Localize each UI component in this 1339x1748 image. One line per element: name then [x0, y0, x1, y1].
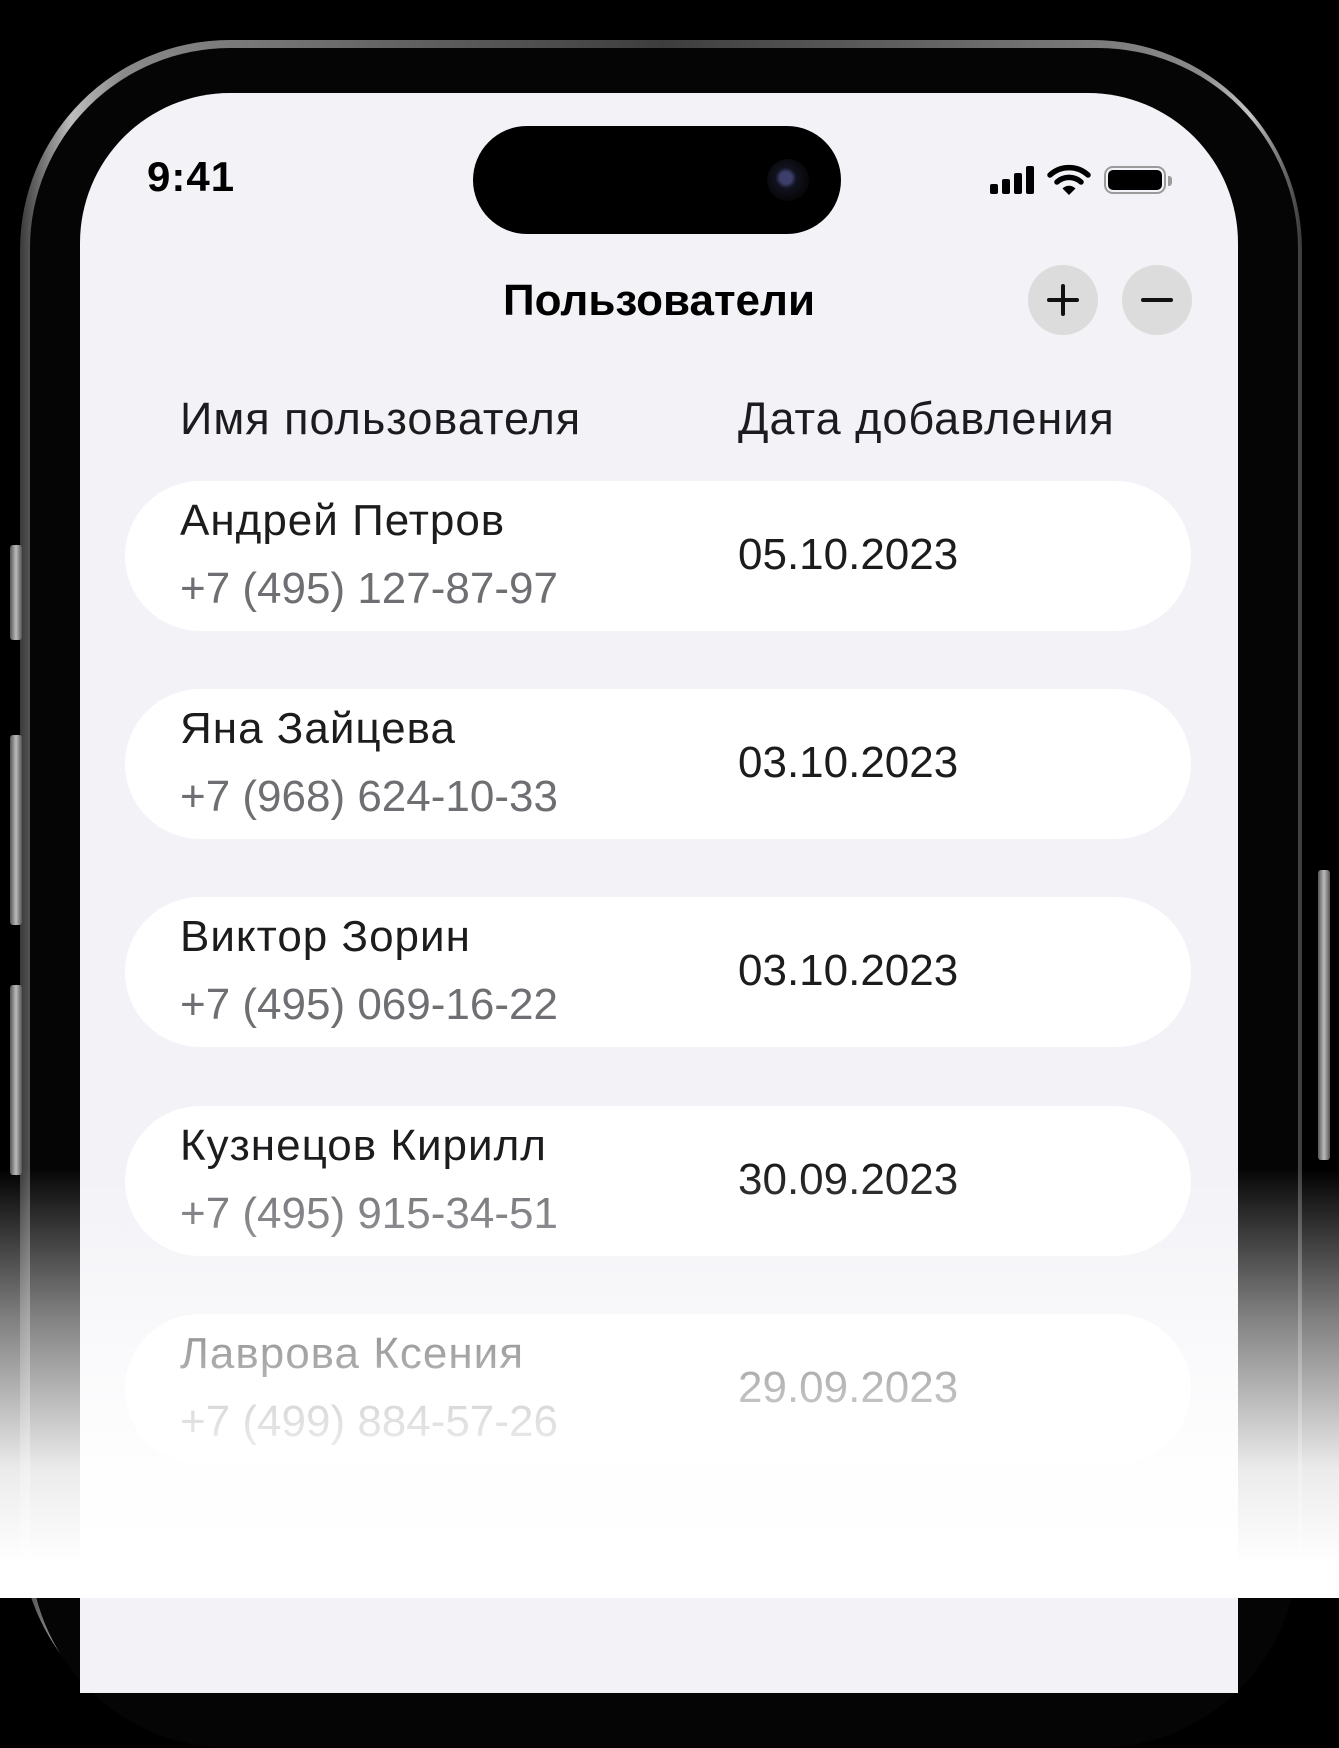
user-phone: +7 (495) 915-34-51: [180, 1189, 558, 1238]
user-name: Виктор Зорин: [180, 912, 471, 961]
user-row[interactable]: Виктор Зорин +7 (495) 069-16-22 03.10.20…: [125, 897, 1191, 1047]
user-date-added: 05.10.2023: [738, 530, 959, 579]
user-phone: +7 (968) 624-10-33: [180, 772, 558, 821]
volume-up-button: [10, 735, 22, 925]
add-user-button[interactable]: [1028, 265, 1098, 335]
volume-down-button: [10, 985, 22, 1175]
user-phone: +7 (499) 884-57-26: [180, 1397, 558, 1446]
plus-icon: [1047, 284, 1079, 316]
user-name: Лаврова Ксения: [180, 1329, 525, 1378]
user-name: Кузнецов Кирилл: [180, 1121, 547, 1170]
user-name: Андрей Петров: [180, 496, 506, 545]
user-date-added: 03.10.2023: [738, 946, 959, 995]
wifi-icon: [1047, 164, 1091, 195]
battery-icon: [1104, 166, 1172, 194]
status-icons: [990, 161, 1172, 199]
user-date-added: 29.09.2023: [738, 1363, 959, 1412]
minus-icon: [1141, 298, 1173, 302]
user-row[interactable]: Лаврова Ксения +7 (499) 884-57-26 29.09.…: [125, 1314, 1191, 1464]
cellular-signal-icon: [990, 166, 1034, 194]
action-button: [10, 545, 22, 640]
column-header-name: Имя пользователя: [180, 393, 582, 444]
user-row[interactable]: Яна Зайцева +7 (968) 624-10-33 03.10.202…: [125, 689, 1191, 839]
user-date-added: 30.09.2023: [738, 1155, 959, 1204]
user-phone: +7 (495) 127-87-97: [180, 564, 558, 613]
app-screen: 9:41 Пользователи Имя пользователя Дата …: [80, 93, 1238, 1693]
camera-icon: [767, 159, 809, 201]
remove-user-button[interactable]: [1122, 265, 1192, 335]
user-name: Яна Зайцева: [180, 704, 456, 753]
power-button: [1318, 870, 1330, 1160]
user-date-added: 03.10.2023: [738, 738, 959, 787]
status-time: 9:41: [147, 153, 236, 200]
user-phone: +7 (495) 069-16-22: [180, 980, 558, 1029]
column-header-date: Дата добавления: [738, 393, 1115, 444]
dynamic-island: [473, 126, 841, 234]
user-row[interactable]: Андрей Петров +7 (495) 127-87-97 05.10.2…: [125, 481, 1191, 631]
user-row[interactable]: Кузнецов Кирилл +7 (495) 915-34-51 30.09…: [125, 1106, 1191, 1256]
